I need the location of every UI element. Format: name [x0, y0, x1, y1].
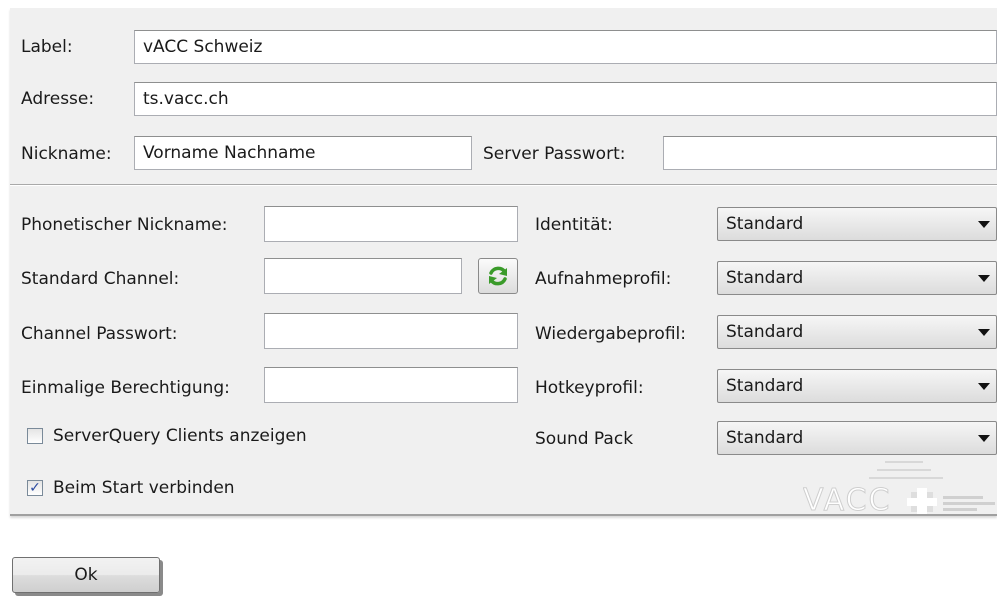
vacc-logo: VACC — [803, 452, 997, 514]
hotkey-profile-select[interactable]: Standard — [717, 369, 997, 403]
ok-button[interactable]: Ok — [12, 557, 160, 593]
address-field-label: Adresse: — [21, 89, 95, 109]
nickname-input[interactable]: Vorname Nachname — [134, 136, 472, 170]
server-password-label: Server Passwort: — [483, 144, 626, 164]
section-divider — [10, 184, 997, 186]
connect-on-start-label[interactable]: Beim Start verbinden — [53, 477, 235, 499]
hotkey-profile-value: Standard — [726, 376, 804, 396]
chevron-down-icon — [978, 329, 990, 336]
playback-profile-label: Wiedergabeprofil: — [535, 324, 686, 344]
capture-profile-select[interactable]: Standard — [717, 261, 997, 295]
connect-on-start-checkbox[interactable]: ✓ — [27, 480, 43, 496]
serverquery-checkbox-label[interactable]: ServerQuery Clients anzeigen — [53, 425, 307, 447]
sound-pack-select[interactable]: Standard — [717, 421, 997, 455]
identity-select[interactable]: Standard — [717, 207, 997, 241]
label-input[interactable]: vACC Schweiz — [134, 30, 997, 64]
serverquery-checkbox[interactable] — [27, 428, 43, 444]
one-time-permission-label: Einmalige Berechtigung: — [21, 378, 230, 398]
identity-label: Identität: — [535, 215, 613, 235]
chevron-down-icon — [978, 383, 990, 390]
phonetic-nickname-label: Phonetischer Nickname: — [21, 215, 228, 235]
chevron-down-icon — [978, 435, 990, 442]
channel-password-input[interactable] — [264, 313, 518, 349]
capture-profile-value: Standard — [726, 268, 804, 288]
server-password-input[interactable] — [663, 136, 997, 170]
label-field-label: Label: — [21, 37, 73, 57]
channel-password-label: Channel Passwort: — [21, 324, 178, 344]
address-input[interactable]: ts.vacc.ch — [134, 82, 997, 116]
chevron-down-icon — [978, 221, 990, 228]
sound-pack-label: Sound Pack — [535, 429, 634, 449]
playback-profile-value: Standard — [726, 322, 804, 342]
hotkey-profile-label: Hotkeyprofil: — [535, 378, 644, 398]
playback-profile-select[interactable]: Standard — [717, 315, 997, 349]
default-channel-input[interactable] — [264, 258, 462, 294]
vacc-logo-text: VACC — [803, 483, 892, 514]
nickname-field-label: Nickname: — [21, 144, 112, 164]
default-channel-label: Standard Channel: — [21, 269, 180, 289]
capture-profile-label: Aufnahmeprofil: — [535, 269, 672, 289]
one-time-permission-input[interactable] — [264, 367, 518, 403]
phonetic-nickname-input[interactable] — [264, 206, 518, 242]
identity-select-value: Standard — [726, 214, 804, 234]
sound-pack-value: Standard — [726, 428, 804, 448]
refresh-channels-button[interactable] — [478, 258, 518, 294]
chevron-down-icon — [978, 275, 990, 282]
refresh-icon — [489, 266, 507, 286]
